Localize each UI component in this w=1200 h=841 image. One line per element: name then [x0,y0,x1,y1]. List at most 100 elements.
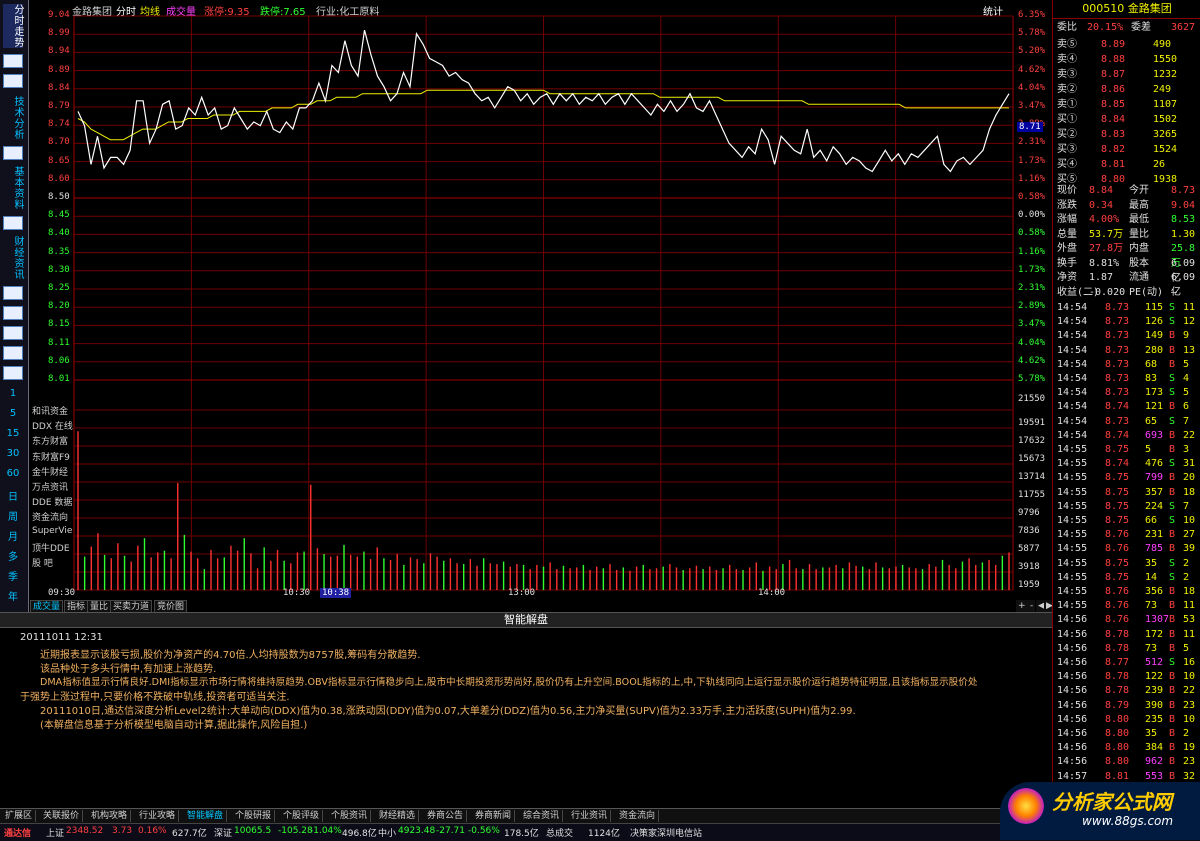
bottom-tab-6[interactable]: 个股评级 [280,810,324,822]
tool-link-4[interactable]: 金牛财经 [32,465,78,480]
percent-axis-label: 0.00% [1018,210,1046,221]
bottom-tabs: 扩展区 关联报价 机构攻略 行业攻略 智能解盘 个股研报 个股评级 个股资讯 财经精选 券商公告券… [0,808,1052,824]
period-multi[interactable]: 多 [0,548,26,563]
tool-link-6[interactable]: DDE 数据 [32,495,78,510]
bottom-tab-3[interactable]: 行业攻略 [136,810,180,822]
info-row-1: 涨跌 0.34 最高 9.04 [1057,199,1196,211]
bottom-tab-2[interactable]: 机构攻略 [88,810,132,822]
pen-icon[interactable] [3,346,23,360]
percent-axis-label: 1.73% [1018,264,1046,275]
tick-row: 14:56 8.78 172 B 11 [1057,628,1196,640]
server-name: 决策家深圳电信站 [630,829,703,839]
tool-link-9[interactable]: 顶牛DDE [32,541,78,556]
bottom-tab-1[interactable]: 关联报价 [40,810,84,822]
sz-amount: 496.8亿 [342,829,377,839]
tool-link-7[interactable]: 资金流向 [32,510,78,525]
percent-axis-label: 4.62% [1018,64,1046,75]
sh-percent: 0.16% [138,826,167,836]
list-icon[interactable] [3,286,23,300]
percent-icon[interactable] [3,326,23,340]
sz-percent: -1.04% [310,826,342,836]
tick-row: 14:56 8.79 390 B 23 [1057,699,1196,711]
tick-row: 14:56 8.77 512 S 16 [1057,657,1196,668]
period-quarter[interactable]: 季 [0,568,26,583]
volume-axis-label: 1959 [1018,580,1040,590]
intraday-chart-icon[interactable] [3,54,23,68]
period-day[interactable]: 日 [0,488,26,503]
percent-axis-label: 5.78% [1018,28,1046,39]
bottom-tab-8[interactable]: 财经精选 [376,810,420,822]
left-tab-time-share[interactable]: 分时走势 [3,4,23,48]
tick-row: 14:54 8.73 149 B 9 [1057,330,1190,342]
percent-axis-label: 4.04% [1018,337,1046,348]
tick-row: 14:54 8.73 173 S 5 [1057,387,1190,399]
info-row-6: 净资 1.87 流通 6.09亿 [1057,272,1196,298]
volume-axis-label: 13714 [1018,472,1046,482]
price-axis-label: 8.65 [48,155,70,166]
bottom-tab-13[interactable]: 资金流向 [616,810,660,822]
period-week[interactable]: 周 [0,508,26,523]
bottom-tab-12[interactable]: 行业资讯 [568,810,612,822]
tool-link-0[interactable]: 和讯资金 [32,404,78,419]
price-axis-label: 9.04 [48,10,70,20]
buy-level-1: 买① 8.84 1502 [1057,114,1178,125]
period-month[interactable]: 月 [0,528,26,543]
left-tab-basic[interactable]: 基本资料 [3,166,23,210]
bottom-tab-4[interactable]: 智能解盘 [184,810,228,822]
bottom-tab-11[interactable]: 综合资讯 [520,810,564,822]
price-axis-label: 8.25 [48,283,70,293]
price-axis-label: 8.01 [48,374,70,384]
tool-link-3[interactable]: 东财富F9 [32,450,78,465]
time-axis-label: 09:30 [48,588,76,598]
fs-icon[interactable] [3,366,23,380]
bottom-tab-0[interactable]: 扩展区 [2,810,37,822]
period-5[interactable]: 5 [0,408,26,419]
left-tab-technical[interactable]: 技术分析 [3,96,23,140]
sell-level-2: 卖② 8.86 249 [1057,84,1172,95]
info-row-7: 收益(二) -0.020 PE(动) — [1057,286,1178,298]
tool-link-2[interactable]: 东方财富 [32,434,78,449]
time-axis-label: 13:00 [508,588,536,598]
period-30[interactable]: 30 [0,448,26,459]
bottom-tab-10[interactable]: 券商新闻 [472,810,516,822]
period-60[interactable]: 60 [0,468,26,479]
left-tab-finance[interactable]: 财经资讯 [3,236,23,280]
tool-link-1[interactable]: DDX 在线 [32,419,78,434]
percent-axis-label: 2.89% [1018,301,1046,312]
tick-row: 14:54 8.73 280 B 13 [1057,344,1196,356]
quote-panel: 000510 金路集团 委比 20.15% 委差 3627 卖⑤ 8.89 490 卖… [1052,0,1200,812]
f10-icon[interactable] [3,146,23,160]
period-15[interactable]: 15 [0,428,26,439]
percent-axis-label: 4.62% [1018,355,1046,366]
volume-axis-label: 19591 [1018,418,1046,428]
sh-value: 2348.52 [66,826,104,836]
bottom-tab-7[interactable]: 个股资讯 [328,810,372,822]
period-1[interactable]: 1 [0,388,26,399]
volume-axis-label: 21550 [1018,394,1046,404]
watermark-url: www.88gs.com [1082,814,1174,828]
volume-axis-label: 15673 [1018,454,1046,464]
period-year[interactable]: 年 [0,588,26,603]
time-axis-label: 10:30 [283,588,311,598]
sh-amount: 627.7亿 [172,829,207,839]
bottom-tab-5[interactable]: 个股研报 [232,810,276,822]
analysis-line-6: (本解盘信息基于分析模型电脑自动计算,据此操作,风险自担.) [40,720,308,731]
grid-icon[interactable] [3,306,23,320]
volume-axis-label: 7836 [1018,526,1040,536]
tool-link-8[interactable]: SuperVie [32,526,78,541]
tick-row: 14:55 8.76 356 B 18 [1057,586,1196,597]
percent-axis-label: 1.73% [1018,155,1046,166]
tick-row: 14:54 8.73 68 B 5 [1057,358,1190,370]
chart-area[interactable]: 金路集团 分时 均线 成交量 涨停:9.35 跌停:7.65 行业:化工原料 统… [28,0,1052,613]
watermark-logo: 分析家公式网 www.88gs.com [1000,782,1200,840]
tool-link-5[interactable]: 万点资讯 [32,480,78,495]
tick-row: 14:56 8.80 384 B 19 [1057,742,1196,754]
percent-axis-label: 5.78% [1018,374,1046,384]
fz-icon[interactable] [3,216,23,230]
kline-chart-icon[interactable] [3,74,23,88]
percent-axis-label: 3.47% [1018,101,1046,111]
bottom-tab-9[interactable]: 券商公告 [424,810,468,822]
percent-axis-label: 1.16% [1018,173,1046,184]
tool-link-10[interactable]: 股 吧 [32,556,78,571]
percent-axis-label: 0.58% [1018,192,1046,202]
